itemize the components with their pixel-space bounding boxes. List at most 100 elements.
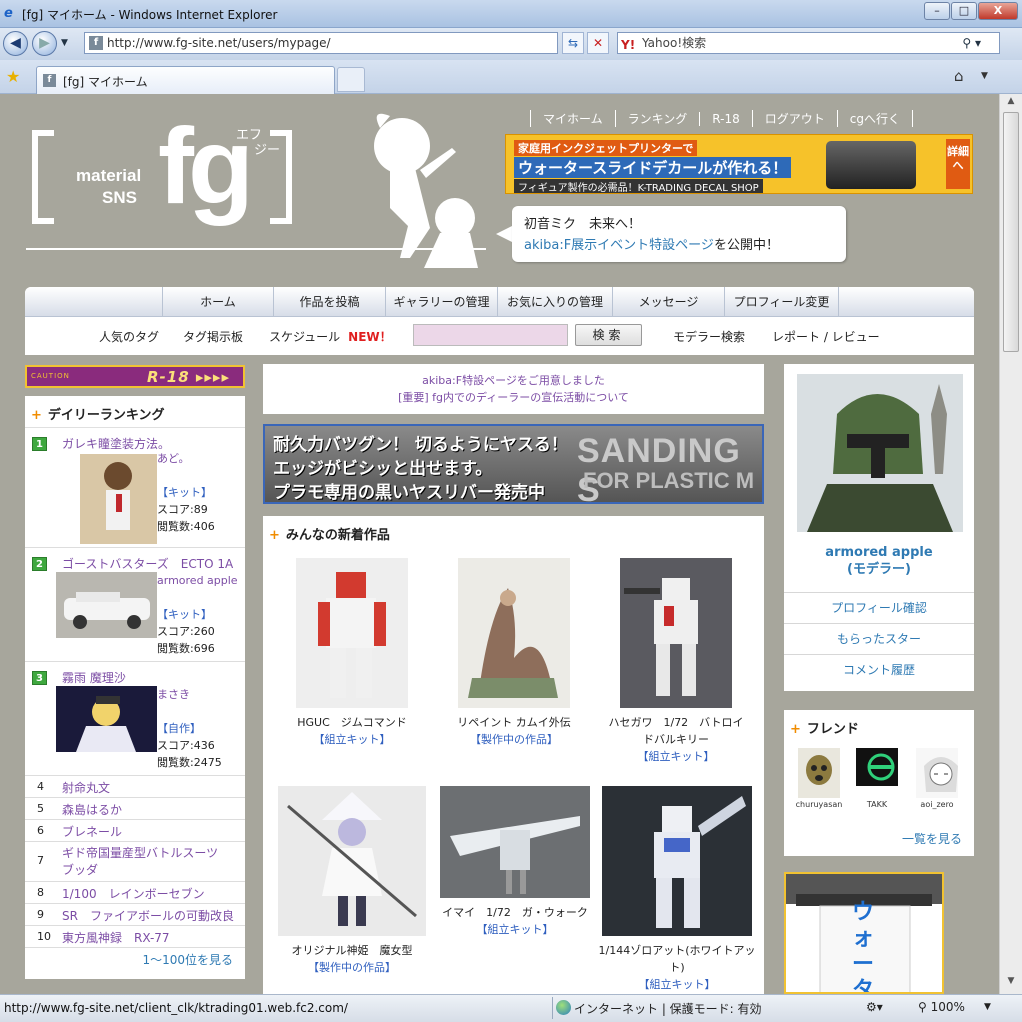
ranking-user-link[interactable]: armored apple	[157, 574, 238, 587]
ranking-title-link[interactable]: 射命丸文	[62, 779, 110, 796]
ranking-row-6[interactable]: 6 ブレネール	[25, 820, 245, 842]
nav-profile-edit[interactable]: プロフィール変更	[725, 287, 839, 317]
ranking-row-9[interactable]: 9 SR ファイアボールの可動改良	[25, 904, 245, 926]
toplink-ranking[interactable]: ランキング	[614, 110, 700, 127]
work-thumbnail[interactable]	[278, 786, 426, 936]
home-icon[interactable]: ⌂	[954, 67, 964, 85]
work-card[interactable]: オリジナル神姫 魔女型 【製作中の作品】	[273, 786, 431, 976]
vertical-scrollbar[interactable]: ▲ ▼	[999, 94, 1022, 994]
work-category[interactable]: 【組立キット】	[597, 976, 757, 993]
r18-banner[interactable]: CAUTION R-18 ▸▸▸▸	[25, 365, 245, 388]
ranking-thumbnail[interactable]	[56, 686, 157, 752]
ranking-row-8[interactable]: 8 1/100 レインボーセブン	[25, 882, 245, 904]
work-thumbnail[interactable]	[602, 786, 752, 936]
ranking-thumbnail[interactable]	[80, 454, 157, 544]
scroll-thumb[interactable]	[1003, 112, 1019, 352]
scroll-up-arrow-icon[interactable]: ▲	[1002, 96, 1020, 112]
friends-more-link[interactable]: 一覧を見る	[902, 830, 962, 847]
friend-avatar[interactable]	[856, 748, 898, 798]
work-card[interactable]: イマイ 1/72 ガ・ウォーク 【組立キット】	[435, 786, 595, 938]
nav-report-review[interactable]: レポート / レビュー	[772, 328, 880, 345]
work-category[interactable]: 【製作中の作品】	[273, 959, 431, 976]
ranking-title-link[interactable]: ガレキ瞳塗装方法。	[62, 435, 170, 452]
profile-name[interactable]: armored apple (モデラー)	[784, 544, 974, 578]
toplink-logout[interactable]: ログアウト	[751, 110, 837, 127]
ranking-row-10[interactable]: 10 東方風神録 RX-77	[25, 926, 245, 948]
ranking-row-5[interactable]: 5 森島はるか	[25, 798, 245, 820]
ranking-title-link[interactable]: ブレネール	[62, 823, 122, 840]
nav-popular-tags[interactable]: 人気のタグ	[99, 328, 159, 345]
ranking-title-link[interactable]: 1/100 レインボーセブン	[62, 885, 205, 902]
site-search-input[interactable]	[413, 324, 568, 346]
friend-name[interactable]: aoi_zero	[910, 800, 964, 809]
close-button[interactable]: X	[978, 2, 1018, 20]
ranking-row-7[interactable]: 7 ギド帝国量産型バトルスーツ ブッダ	[25, 842, 245, 882]
friend-item[interactable]: TAKK	[850, 748, 904, 809]
work-title[interactable]: リペイント カムイ外伝	[441, 714, 587, 731]
back-button[interactable]: ◀	[3, 31, 28, 56]
work-category[interactable]: 【組立キット】	[435, 921, 595, 938]
url-input[interactable]: f http://www.fg-site.net/users/mypage/ ▼	[84, 32, 638, 54]
ranking-category[interactable]: 【キット】	[157, 484, 212, 500]
decal-ad-banner[interactable]: 家庭用インクジェットプリンターで ウォータースライドデカールが作れる！ フィギュ…	[505, 134, 973, 194]
work-category[interactable]: 【組立キット】	[603, 748, 749, 765]
tab-active[interactable]: f [fg] マイホーム	[36, 66, 335, 94]
ranking-row-4[interactable]: 4 射命丸文	[25, 776, 245, 798]
zoom-dropdown-icon[interactable]: ▼	[984, 1002, 991, 1012]
comment-history-link[interactable]: コメント履歴	[784, 654, 974, 685]
friend-name[interactable]: churuyasan	[794, 800, 844, 809]
work-title[interactable]: オリジナル神姫 魔女型	[273, 942, 431, 959]
friend-item[interactable]: aoi_zero	[910, 748, 964, 809]
scroll-down-arrow-icon[interactable]: ▼	[1002, 976, 1020, 992]
received-stars-link[interactable]: もらったスター	[784, 623, 974, 654]
maximize-button[interactable]: □	[951, 2, 977, 20]
protected-mode-icon[interactable]: ⚙▾	[866, 1000, 883, 1014]
work-card[interactable]: 1/144ゾロアット(ホワイトアット) 【組立キット】	[597, 786, 757, 993]
work-title[interactable]: イマイ 1/72 ガ・ウォーク	[435, 904, 595, 921]
work-thumbnail[interactable]	[440, 786, 590, 898]
ranking-title-link[interactable]: ゴーストバスターズ ECTO 1A	[62, 555, 233, 572]
work-card[interactable]: HGUC ジムコマンド 【組立キット】	[279, 558, 425, 748]
ranking-title-link[interactable]: 東方風神録 RX-77	[62, 929, 170, 946]
toplink-myhome[interactable]: マイホーム	[530, 110, 615, 127]
ranking-title-link[interactable]: SR ファイアボールの可動改良	[62, 907, 234, 924]
nav-modeler-search[interactable]: モデラー検索	[673, 328, 745, 345]
work-title[interactable]: 1/144ゾロアット(ホワイトアット)	[597, 942, 757, 976]
ranking-thumbnail[interactable]	[56, 572, 157, 638]
nav-post-work[interactable]: 作品を投稿	[274, 287, 386, 317]
toplink-r18[interactable]: R-18	[699, 112, 751, 126]
refresh-button[interactable]: ⇆	[562, 32, 584, 54]
work-thumbnail[interactable]	[620, 558, 732, 708]
nav-favorites-manage[interactable]: お気に入りの管理	[498, 287, 613, 317]
bubble-event-link[interactable]: akiba:F展示イベント特設ページ	[524, 238, 714, 253]
favorites-star-icon[interactable]: ★	[6, 67, 20, 86]
work-thumbnail[interactable]	[458, 558, 570, 708]
ranking-user-link[interactable]: まさき	[157, 686, 190, 702]
stop-button[interactable]: ✕	[587, 32, 609, 54]
forward-button[interactable]: ▶	[32, 31, 57, 56]
toplink-cg[interactable]: cgへ行く	[836, 110, 913, 127]
nav-tag-board[interactable]: タグ掲示板	[183, 328, 243, 345]
friend-avatar[interactable]	[916, 748, 958, 798]
nav-home[interactable]: ホーム	[162, 287, 274, 317]
ranking-title-link[interactable]: 霧雨 魔理沙	[62, 669, 126, 686]
notice-link-2[interactable]: [重要] fg内でのディーラーの宣伝活動について	[263, 389, 764, 406]
decal-side-ad[interactable]: ウォーター	[784, 872, 944, 994]
minimize-button[interactable]: –	[924, 2, 950, 20]
ranking-category[interactable]: 【キット】	[157, 606, 212, 622]
nav-schedule[interactable]: スケジュール NEW！	[269, 328, 392, 345]
nav-messages[interactable]: メッセージ	[613, 287, 725, 317]
profile-avatar[interactable]	[797, 374, 963, 532]
ranking-category[interactable]: 【自作】	[157, 720, 201, 736]
zoom-level[interactable]: ⚲ 100%	[918, 1000, 965, 1014]
work-title[interactable]: HGUC ジムコマンド	[279, 714, 425, 731]
friend-avatar[interactable]	[798, 748, 840, 798]
work-card[interactable]: リペイント カムイ外伝 【製作中の作品】	[441, 558, 587, 748]
profile-check-link[interactable]: プロフィール確認	[784, 592, 974, 623]
work-category[interactable]: 【製作中の作品】	[441, 731, 587, 748]
work-title[interactable]: ハセガワ 1/72 バトロイドバルキリー	[603, 714, 749, 748]
home-dropdown-icon[interactable]: ▼	[981, 71, 988, 81]
notice-link-1[interactable]: akiba:F特設ページをご用意しました	[263, 372, 764, 389]
search-input[interactable]: Y! Yahoo!検索 ⚲ ▾	[617, 32, 1000, 54]
ranking-more-link[interactable]: 1～100位を見る	[142, 951, 233, 968]
